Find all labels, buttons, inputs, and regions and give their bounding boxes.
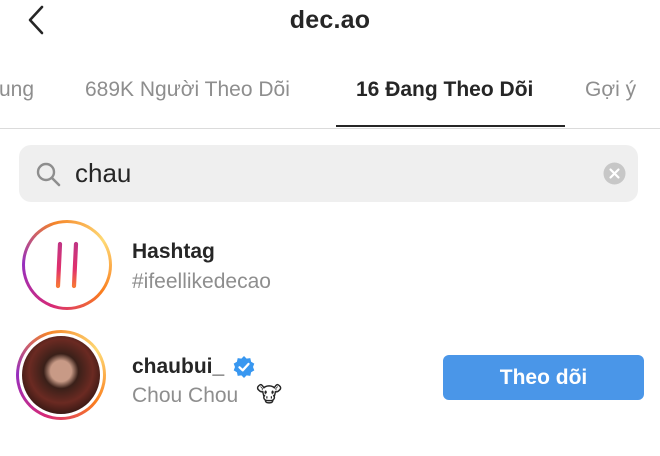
search-input[interactable] (75, 158, 575, 189)
hashtag-icon (44, 241, 90, 289)
search-bar[interactable] (19, 145, 638, 202)
username: chaubui_ (132, 355, 225, 378)
full-name: Chou Chou (132, 384, 239, 407)
page-title: dec.ao (289, 6, 371, 34)
cow-emoji-icon: 🐮 (255, 383, 283, 408)
follow-button[interactable]: Theo dõi (443, 355, 644, 400)
header: dec.ao (0, 0, 660, 48)
result-subtitle: #ifeellikedecao (132, 270, 271, 293)
verified-badge-icon (233, 356, 255, 378)
tab-partial-left[interactable]: ung (0, 78, 34, 102)
tab-bar: ung 689K Người Theo Dõi 16 Đang Theo Dõi… (0, 62, 660, 129)
result-hashtag-row[interactable]: Hashtag #ifeellikedecao (0, 218, 660, 310)
tab-following[interactable]: 16 Đang Theo Dõi (356, 78, 533, 102)
avatar-ring (16, 330, 106, 420)
search-icon (36, 162, 61, 187)
avatar (22, 336, 100, 414)
tab-suggestions[interactable]: Gợi ý (585, 78, 636, 102)
hashtag-ring (22, 220, 112, 310)
result-title: Hashtag (132, 240, 215, 263)
tab-followers[interactable]: 689K Người Theo Dõi (85, 78, 290, 102)
active-tab-indicator (336, 125, 565, 127)
clear-icon[interactable] (603, 162, 626, 185)
